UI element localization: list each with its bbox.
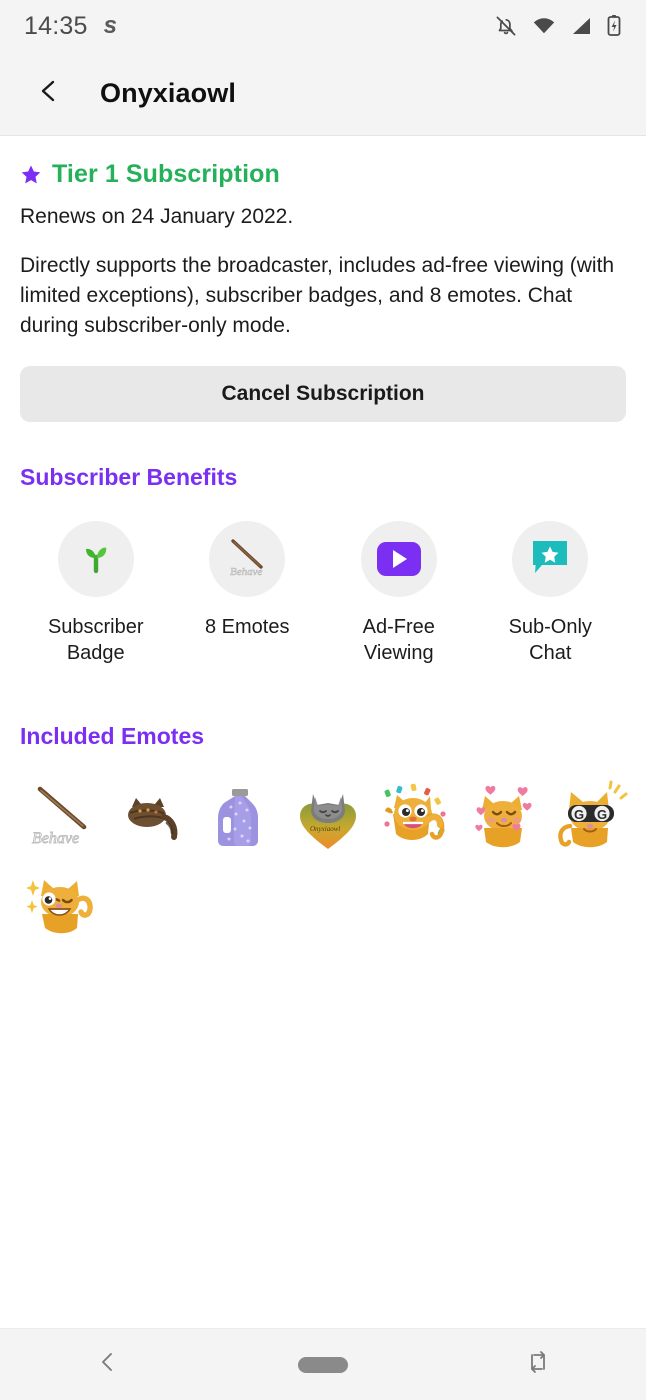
renewal-date-text: Renews on 24 January 2022. [20, 205, 294, 228]
svg-text:G: G [597, 807, 607, 822]
benefit-label: Sub-Only Chat [508, 616, 592, 665]
sprout-badge-icon [76, 537, 116, 582]
benefit-emotes[interactable]: Behave 8 Emotes [172, 521, 324, 666]
star-icon [20, 164, 42, 186]
chat-star-icon [528, 535, 572, 584]
subscription-description: Directly supports the broadcaster, inclu… [20, 254, 615, 337]
emote-grid: Behave Onyxiaowl G G [20, 776, 640, 948]
benefit-icon-wrapper: Behave [209, 521, 286, 598]
tier-title: Tier 1 Subscription [52, 160, 280, 188]
emote-orange-cat-gg[interactable]: G G [548, 776, 636, 862]
emote-orange-cat-wave[interactable] [20, 862, 108, 948]
cellular-signal-icon [570, 15, 592, 37]
svg-text:Onyxiaowl: Onyxiaowl [310, 825, 340, 833]
nav-home-button[interactable] [278, 1337, 368, 1393]
emote-grey-cat-heart[interactable]: Onyxiaowl [284, 776, 372, 862]
benefit-label: 8 Emotes [205, 616, 290, 639]
behave-stick-emote-icon: Behave [221, 531, 273, 588]
main-content: Tier 1 Subscription Renews on 24 January… [0, 136, 646, 1328]
svg-text:Behave: Behave [230, 566, 262, 578]
emote-orange-cat-love[interactable] [460, 776, 548, 862]
app-notification-icon: s [103, 12, 117, 39]
emote-behave-stick[interactable]: Behave [20, 776, 108, 862]
benefit-icon-wrapper [57, 521, 134, 598]
benefits-list: Subscriber Badge Behave 8 Emotes Ad-Free… [20, 521, 626, 666]
benefit-icon-wrapper [360, 521, 437, 598]
emote-tabby-cat-loaf[interactable] [108, 776, 196, 862]
status-bar-left: 14:35 s [24, 11, 117, 41]
tier-header: Tier 1 Subscription [20, 160, 626, 189]
status-bar-right [494, 14, 622, 38]
nav-back-button[interactable] [63, 1337, 153, 1393]
wifi-icon [532, 14, 556, 38]
benefit-subscriber-badge[interactable]: Subscriber Badge [20, 521, 172, 666]
battery-charging-icon [606, 14, 622, 38]
nav-home-pill-icon [297, 1356, 348, 1373]
system-nav-bar [0, 1328, 646, 1400]
benefit-label: Ad-Free Viewing [362, 616, 435, 665]
play-button-icon [376, 542, 421, 577]
emote-purple-jug[interactable] [196, 776, 284, 862]
back-button[interactable] [26, 71, 72, 117]
notifications-off-icon [494, 14, 518, 38]
nav-rotate-button[interactable] [493, 1337, 583, 1393]
chevron-left-icon [35, 77, 63, 110]
cancel-subscription-button[interactable]: Cancel Subscription [20, 366, 626, 423]
benefit-sub-only-chat[interactable]: Sub-Only Chat [475, 521, 627, 666]
benefit-icon-wrapper [512, 521, 589, 598]
subscriber-benefits-heading: Subscriber Benefits [20, 464, 238, 491]
benefit-ad-free-viewing[interactable]: Ad-Free Viewing [323, 521, 475, 666]
svg-text:Behave: Behave [32, 830, 79, 847]
status-bar: 14:35 s [0, 0, 646, 52]
emote-orange-cat-hype[interactable] [372, 776, 460, 862]
app-bar: Onyxiaowl [0, 52, 646, 136]
nav-rotate-screen-icon [526, 1349, 550, 1380]
page-title: Onyxiaowl [100, 78, 236, 108]
svg-text:G: G [574, 807, 584, 822]
nav-back-icon [97, 1351, 119, 1378]
status-bar-clock: 14:35 [24, 11, 88, 40]
phone-screen: 14:35 s Onyxiaowl Tier 1 Subscription Re… [0, 0, 646, 1400]
benefit-label: Subscriber Badge [47, 616, 144, 665]
included-emotes-heading: Included Emotes [20, 722, 205, 749]
